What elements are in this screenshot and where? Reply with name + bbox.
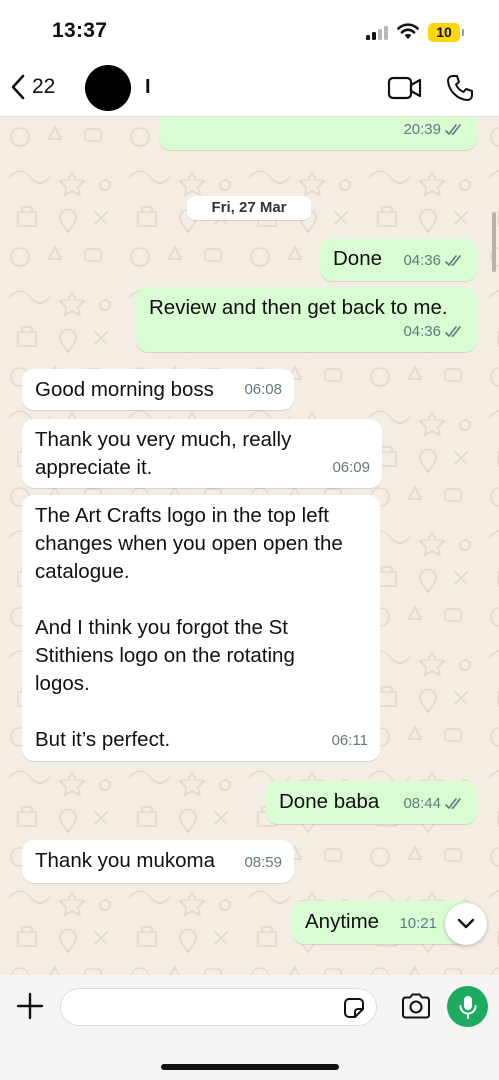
message-meta: 06:09 (332, 454, 370, 482)
message-meta: 10:21 (399, 910, 437, 938)
message-meta: 08:59 (244, 849, 282, 877)
message-bubble-incoming[interactable]: Good morning boss 06:08 (22, 369, 294, 410)
message-bubble-outgoing[interactable]: Done 04:36 (320, 238, 477, 281)
chevron-left-icon (11, 74, 25, 100)
scrollbar-thumb[interactable] (492, 212, 496, 272)
composer-bar (0, 975, 499, 1080)
message-time: 04:36 (403, 252, 441, 269)
message-text: Thank you mukoma (35, 849, 216, 872)
read-receipt-icon (445, 124, 461, 135)
message-text: Thank you very much, really appreciate i… (35, 428, 292, 479)
message-bubble-incoming[interactable]: The Art Crafts logo in the top left chan… (22, 495, 380, 761)
chat-header: 22 I (0, 62, 499, 117)
message-time: 06:11 (331, 732, 368, 749)
message-input[interactable] (73, 993, 337, 1023)
message-bubble-outgoing[interactable]: 20:39 (159, 117, 477, 150)
camera-icon (402, 993, 430, 1019)
sticker-icon (344, 998, 364, 1018)
message-text: Anytime (305, 910, 380, 933)
date-separator: Fri, 27 Mar (187, 196, 311, 220)
message-input-field[interactable] (60, 988, 377, 1026)
message-text: Good morning boss (35, 378, 214, 401)
message-bubble-incoming[interactable]: Thank you mukoma 08:59 (22, 840, 294, 883)
message-meta: 20:39 (403, 117, 465, 144)
message-list[interactable]: 20:39 Fri, 27 Mar Done 04:36 Review and … (0, 117, 499, 975)
attach-button[interactable] (16, 992, 44, 1025)
message-time: 08:59 (244, 854, 282, 871)
message-bubble-incoming[interactable]: Thank you very much, really appreciate i… (22, 419, 382, 488)
message-meta: 04:36 (403, 318, 465, 346)
message-bubble-outgoing[interactable]: Review and then get back to me. 04:36 (136, 287, 477, 352)
message-text: Done baba (279, 790, 380, 813)
status-time: 13:37 (52, 19, 108, 42)
read-receipt-icon (445, 326, 461, 337)
contact-name[interactable]: I (145, 76, 151, 99)
video-call-button[interactable] (387, 75, 423, 106)
phone-icon (447, 75, 473, 101)
cellular-signal-icon (366, 26, 390, 40)
message-text: The Art Crafts logo in the top left chan… (35, 504, 343, 751)
sticker-button[interactable] (342, 996, 366, 1025)
voice-call-button[interactable] (446, 74, 474, 107)
home-indicator (161, 1064, 339, 1070)
microphone-icon (459, 995, 476, 1019)
video-camera-icon (387, 76, 422, 100)
chat-screen: 13:37 10 22 I 20:39 Fri, 27 Mar Done 04:… (0, 0, 499, 1080)
message-meta: 04:36 (403, 247, 465, 275)
message-meta: 06:08 (244, 376, 282, 404)
voice-record-button[interactable] (447, 986, 488, 1027)
read-receipt-icon (445, 255, 461, 266)
scroll-to-bottom-button[interactable] (445, 903, 487, 945)
message-time: 06:08 (244, 381, 282, 398)
battery-indicator: 10 (428, 23, 464, 42)
wifi-icon (397, 23, 419, 39)
message-meta: 08:44 (403, 790, 465, 818)
avatar[interactable] (85, 65, 131, 111)
message-text: Done (333, 247, 383, 270)
camera-button[interactable] (400, 992, 432, 1025)
message-bubble-outgoing[interactable]: Done baba 08:44 (266, 781, 477, 824)
status-bar: 13:37 10 (0, 0, 499, 62)
message-meta: 06:11 (332, 727, 368, 755)
read-receipt-icon (445, 798, 461, 809)
unread-count: 22 (32, 75, 56, 98)
back-button[interactable]: 22 (10, 74, 55, 100)
message-time: 06:09 (332, 459, 370, 476)
message-time: 20:39 (403, 121, 441, 138)
message-time: 04:36 (403, 323, 441, 340)
message-time: 10:21 (399, 915, 437, 932)
plus-icon (16, 992, 44, 1020)
message-time: 08:44 (403, 795, 441, 812)
chevron-down-icon (457, 918, 475, 929)
